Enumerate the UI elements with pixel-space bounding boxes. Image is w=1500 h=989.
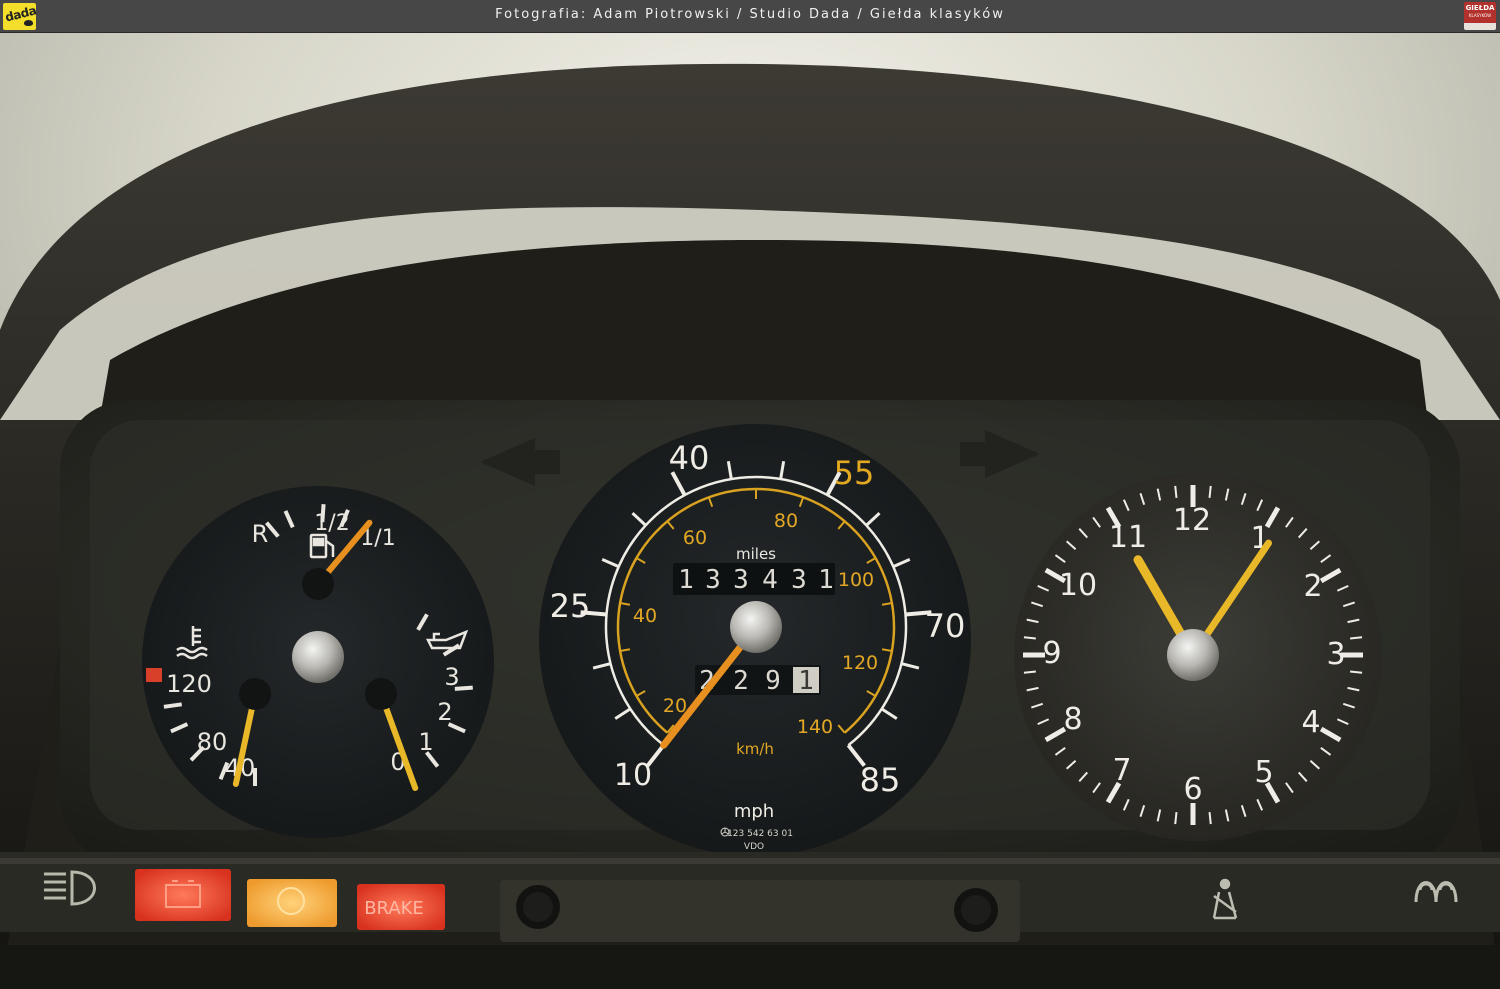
odometer-window — [673, 563, 835, 595]
clock-tick — [1174, 812, 1178, 825]
mph-label-70: 70 — [925, 607, 966, 645]
clock-number-4: 4 — [1301, 705, 1320, 740]
odometer-digit: 4 — [762, 565, 778, 595]
clock-number-7: 7 — [1112, 753, 1131, 788]
oil-label-1: 1 — [418, 728, 433, 756]
caption-bar: dada Fotografia: Adam Piotrowski / Studi… — [0, 0, 1500, 33]
battery-warning-light — [135, 869, 231, 921]
odometer-unit-label: miles — [736, 545, 776, 563]
clock-number-10: 10 — [1059, 568, 1097, 603]
clock-number-2: 2 — [1303, 569, 1322, 604]
fuel-label-reserve: R — [252, 520, 269, 548]
kmh-label-80: 80 — [774, 510, 798, 532]
gielda-logo-band — [1464, 23, 1496, 30]
kmh-unit-label: km/h — [736, 740, 774, 758]
gielda-logo-subtext: KLASYKÓW — [1468, 13, 1492, 18]
clock-number-6: 6 — [1183, 772, 1202, 807]
vdo-brand: VDO — [744, 842, 764, 852]
kmh-label-20: 20 — [663, 695, 687, 717]
temp-redline-mark — [146, 668, 162, 682]
clock-tick — [1174, 485, 1178, 498]
mph-label-25: 25 — [550, 587, 591, 625]
kmh-label-140: 140 — [797, 716, 833, 738]
kmh-label-60: 60 — [683, 527, 707, 549]
clock-tick — [1023, 636, 1036, 640]
trip-digit: 1 — [798, 666, 814, 696]
clock-tick — [1208, 812, 1212, 825]
speedometer-hub — [730, 601, 782, 653]
clock-tick — [1350, 670, 1363, 674]
clock-adjust-knob-face — [961, 895, 991, 925]
clock-hub — [1167, 629, 1219, 681]
clock-tick — [1208, 485, 1212, 498]
clock-tick — [1023, 670, 1036, 674]
fuel-needle-pivot — [302, 568, 334, 600]
mph-label-85: 85 — [860, 761, 901, 799]
temp-label-120: 120 — [166, 670, 212, 698]
fuel-label-half: 1/2 — [314, 511, 349, 536]
trip-digit: 9 — [765, 666, 781, 696]
odometer-digit: 3 — [791, 565, 807, 595]
trip-digit: 2 — [733, 666, 749, 696]
temp-needle-pivot — [239, 678, 271, 710]
brake-warning-label: BRAKE — [364, 898, 424, 919]
mph-label-55: 55 — [834, 454, 875, 492]
dash-lower — [0, 945, 1500, 989]
dashboard-photo: R 1/2 1/1 120 80 40 3 2 1 0 10 25 40 55 … — [0, 33, 1500, 989]
clock-number-12: 12 — [1173, 503, 1211, 538]
gielda-logo-text: GIEŁDA — [1465, 4, 1495, 12]
gielda-klasykow-logo[interactable]: GIEŁDA KLASYKÓW — [1464, 2, 1496, 30]
mph-unit-label: mph — [734, 801, 774, 822]
photo-credit: Fotografia: Adam Piotrowski / Studio Dad… — [495, 7, 1005, 22]
strip-highlight — [0, 858, 1500, 864]
clock-number-8: 8 — [1063, 702, 1082, 737]
trip-reset-knob-face — [523, 892, 553, 922]
brake-pad-warning-light — [247, 879, 337, 927]
clock-number-3: 3 — [1326, 637, 1345, 672]
combi-gauge-hub — [292, 631, 344, 683]
odometer-digit: 3 — [733, 565, 749, 595]
mph-label-40: 40 — [669, 439, 710, 477]
part-number: 123 542 63 01 — [727, 829, 793, 839]
odometer-digit: 1 — [678, 565, 694, 595]
clock-tick — [1350, 636, 1363, 640]
center-panel — [500, 880, 1020, 942]
odometer-digit: 3 — [705, 565, 721, 595]
kmh-label-40: 40 — [633, 605, 657, 627]
oil-label-2: 2 — [437, 698, 452, 726]
kmh-label-100: 100 — [838, 569, 874, 591]
kmh-label-120: 120 — [842, 652, 878, 674]
instrument-cluster-illustration: R 1/2 1/1 120 80 40 3 2 1 0 10 25 40 55 … — [0, 33, 1500, 989]
temp-label-80: 80 — [197, 728, 228, 756]
mph-label-10: 10 — [614, 758, 652, 793]
temp-tick — [163, 702, 182, 709]
odometer-digit: 1 — [818, 565, 834, 595]
clock-number-11: 11 — [1109, 520, 1147, 555]
clock-number-5: 5 — [1254, 755, 1273, 790]
oil-label-3: 3 — [444, 663, 459, 691]
oil-needle-pivot — [365, 678, 397, 710]
clock-number-9: 9 — [1042, 636, 1061, 671]
